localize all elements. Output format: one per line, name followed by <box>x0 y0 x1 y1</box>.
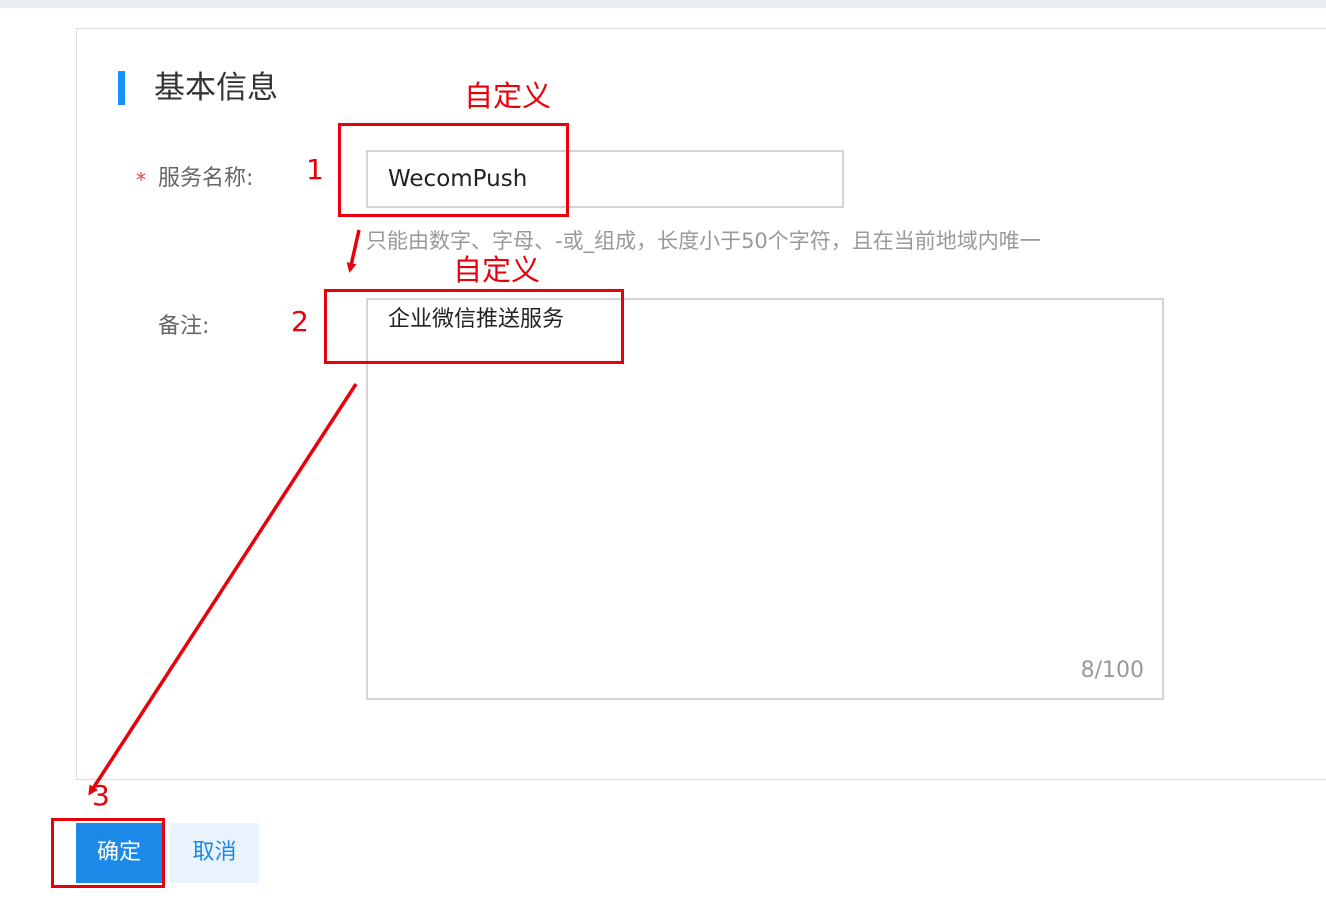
required-star: * <box>136 168 146 192</box>
annotation-note-1: 自定义 <box>464 79 552 113</box>
annotation-box-2 <box>324 289 624 364</box>
remark-label: 备注: <box>158 314 210 339</box>
section-title: 基本信息 <box>154 70 278 106</box>
annotation-number-2: 2 <box>291 305 309 338</box>
top-bar <box>0 0 1326 8</box>
cancel-button[interactable]: 取消 <box>170 823 259 883</box>
service-name-label: 服务名称: <box>158 166 254 191</box>
annotation-number-1: 1 <box>306 153 324 186</box>
annotation-number-3: 3 <box>92 779 110 812</box>
section-accent-bar <box>118 71 125 105</box>
annotation-note-2: 自定义 <box>453 253 541 287</box>
annotation-box-3 <box>51 818 165 888</box>
annotation-box-1 <box>338 123 569 217</box>
remark-char-counter: 8/100 <box>1080 658 1144 683</box>
